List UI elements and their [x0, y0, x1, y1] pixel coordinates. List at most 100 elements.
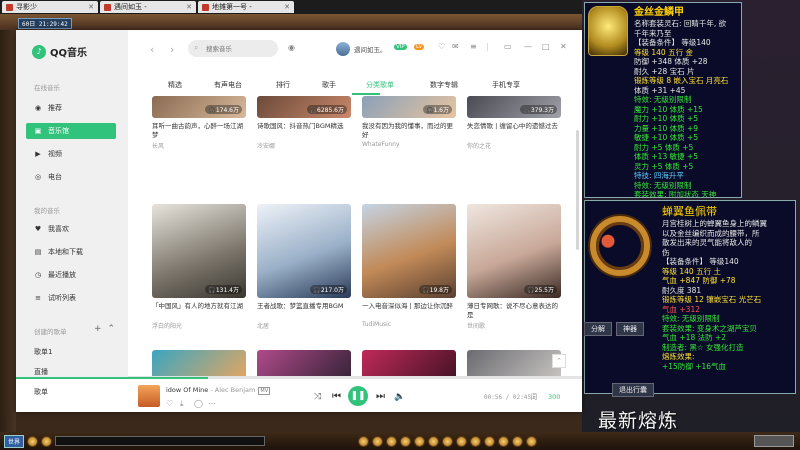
game-menu-icon[interactable] — [400, 435, 412, 447]
playlist-title[interactable]: 「中国风」有人的地方就有江湖 — [152, 302, 246, 320]
return-button[interactable]: 退出行囊 — [612, 383, 654, 397]
download-icon[interactable]: ⤓ — [180, 399, 184, 409]
playlist-cover[interactable]: 🎧1.6万 — [362, 96, 456, 118]
close-icon[interactable]: ✕ — [284, 3, 290, 11]
playlist-creator[interactable]: 浮白的阳光 — [152, 321, 246, 330]
forward-arrow-icon[interactable]: › — [170, 43, 174, 56]
sidebar-item[interactable]: ▶ 视频 — [26, 146, 116, 162]
message-icon[interactable]: ✉ — [452, 42, 459, 51]
game-tab-1[interactable]: 遇间如玉 - ✕ — [100, 1, 196, 13]
divine-button[interactable]: 神器 — [616, 322, 644, 336]
minimize-icon[interactable]: — — [524, 42, 532, 51]
tab-3[interactable]: 歌手 — [322, 80, 336, 90]
app-logo[interactable]: ♪ QQ音乐 — [32, 44, 87, 59]
mv-tag[interactable]: MV — [258, 387, 271, 395]
playlist-count[interactable]: 300 — [548, 393, 560, 401]
volume-icon[interactable]: 🔈 — [394, 392, 405, 402]
playlist-card[interactable] — [257, 350, 351, 378]
game-menu-icon[interactable] — [414, 435, 426, 447]
more-icon[interactable]: ⋯ — [208, 399, 216, 408]
decompose-button[interactable]: 分解 — [584, 322, 612, 336]
playlist-cover[interactable]: 🎧6285.6万 — [257, 96, 351, 118]
game-menu-icon[interactable] — [470, 435, 482, 447]
game-menu-icon[interactable] — [456, 435, 468, 447]
pause-button[interactable]: ❚❚ — [348, 386, 368, 406]
search-input[interactable] — [188, 40, 278, 57]
playlist-creator[interactable]: 冷安娜 — [257, 141, 351, 150]
playlist-card[interactable]: 🎧25.5万 薄日专网歌：说不尽心意表达的是 世间歌 — [467, 204, 561, 330]
level-badge[interactable]: LV — [414, 44, 425, 50]
game-menu-icon[interactable] — [428, 435, 440, 447]
close-icon[interactable]: ✕ — [186, 3, 192, 11]
playlist-card[interactable] — [362, 350, 456, 378]
progress-bar[interactable] — [16, 377, 582, 379]
playlist-card[interactable] — [467, 350, 561, 378]
previous-track-icon[interactable]: ⏮ — [332, 391, 341, 402]
tab-2[interactable]: 排行 — [276, 80, 290, 90]
sidebar-item[interactable]: ▤ 本地和下载 — [26, 244, 116, 260]
playlist-title[interactable]: 一入电音深似海 | 那边让你沉醉 — [362, 302, 456, 320]
tab-0[interactable]: 精选 — [168, 80, 182, 90]
game-menu-icon[interactable] — [484, 435, 496, 447]
game-menu-icon[interactable] — [498, 435, 510, 447]
playlist-creator[interactable]: TudiMusic — [362, 321, 456, 328]
sidebar-item[interactable]: ♥ 我喜欢 — [26, 221, 116, 237]
game-menu-icon[interactable] — [27, 435, 39, 447]
tab-6[interactable]: 手机专享 — [492, 80, 520, 90]
tab-1[interactable]: 有声电台 — [214, 80, 242, 90]
playlist-cover[interactable] — [467, 350, 561, 378]
now-playing[interactable]: idow Of Mine - Alec Benjam MV — [166, 386, 271, 395]
playlist-cover[interactable]: 🎧217.0万 — [257, 204, 351, 298]
menu-icon[interactable]: ≡ — [470, 42, 477, 51]
tab-4[interactable]: 分类歌单 — [366, 80, 394, 90]
game-tab-0[interactable]: 寻影少 ✕ — [2, 1, 98, 13]
playlist-cover[interactable]: 🎧25.5万 — [467, 204, 561, 298]
sidebar-item[interactable]: ◎ 电台 — [26, 169, 116, 185]
playlist-card[interactable]: 🎧131.4万「中国风」有人的地方就有江湖 浮白的阳光 — [152, 204, 246, 330]
game-menu-icon[interactable] — [372, 435, 384, 447]
playlist-title[interactable]: 王者战歌：梦篮直播专用BGM — [257, 302, 351, 320]
lyrics-button[interactable]: 词 — [530, 392, 537, 402]
playlist-card[interactable]: 🎧174.6万 耳听一曲古韵声，心醉一场江湖梦 长风 — [152, 96, 246, 150]
playlist-creator[interactable]: 你的之花 — [467, 141, 561, 150]
playlist-title[interactable]: 诗歌国风：抖音热门BGM精选 — [257, 122, 351, 140]
sidebar-item[interactable]: ▣ 音乐馆 — [26, 123, 116, 139]
back-to-top-button[interactable]: ⌃ — [552, 354, 566, 368]
sidebar-item[interactable]: 歌单1 — [26, 344, 116, 360]
playlist-cover[interactable] — [257, 350, 351, 378]
playlist-cover[interactable]: 🎧174.6万 — [152, 96, 246, 118]
playlist-cover[interactable]: 🎧379.3万 — [467, 96, 561, 118]
game-menu-icon[interactable] — [512, 435, 524, 447]
playlist-creator[interactable]: WhateFunny — [362, 141, 456, 148]
voice-search-icon[interactable]: ◉ — [288, 43, 295, 52]
playlist-title[interactable]: 失恋情歌 | 缠留心中的遗憾过去 — [467, 122, 561, 140]
close-icon[interactable]: ✕ — [560, 42, 567, 51]
sidebar-item[interactable]: ◉ 推荐 — [26, 100, 116, 116]
like-icon[interactable]: ♡ — [166, 399, 173, 408]
chat-input[interactable] — [55, 436, 266, 446]
back-arrow-icon[interactable]: ‹ — [150, 43, 154, 56]
playlist-card[interactable]: 🎧6285.6万诗歌国风：抖音热门BGM精选 冷安娜 — [257, 96, 351, 150]
next-track-icon[interactable]: ⏭ — [376, 391, 385, 402]
playlist-title[interactable]: 薄日专网歌：说不尽心意表达的是 — [467, 302, 561, 320]
tab-5[interactable]: 数字专辑 — [430, 80, 458, 90]
game-menu-icon[interactable] — [442, 435, 454, 447]
comment-icon[interactable]: ◯ — [194, 399, 203, 408]
collapse-icon[interactable]: ⌃ — [108, 324, 116, 334]
playlist-cover[interactable] — [152, 350, 246, 378]
avatar[interactable] — [336, 42, 350, 56]
vip-badge[interactable]: VIP — [394, 44, 407, 50]
playlist-card[interactable]: 🎧379.3万失恋情歌 | 缠留心中的遗憾过去 你的之花 — [467, 96, 561, 150]
sidebar-item[interactable]: ◷ 最近播放 — [26, 267, 116, 283]
user-name[interactable]: 遇间如玉。 — [354, 44, 387, 54]
game-menu-icon[interactable] — [41, 435, 53, 447]
playlist-cover[interactable] — [362, 350, 456, 378]
playlist-creator[interactable]: 北居 — [257, 321, 351, 330]
playlist-cover[interactable]: 🎧131.4万 — [152, 204, 246, 298]
skin-icon[interactable]: ♡ — [438, 42, 445, 51]
playlist-card[interactable]: 🎧1.6万 我没有因为我的懂事，而过的更好 WhateFunny — [362, 96, 456, 148]
add-playlist-icon[interactable]: + — [94, 324, 102, 334]
playlist-card[interactable] — [152, 350, 246, 378]
playlist-card[interactable]: 🎧19.8万 一入电音深似海 | 那边让你沉醉 TudiMusic — [362, 204, 456, 328]
game-menu-icon[interactable] — [526, 435, 538, 447]
